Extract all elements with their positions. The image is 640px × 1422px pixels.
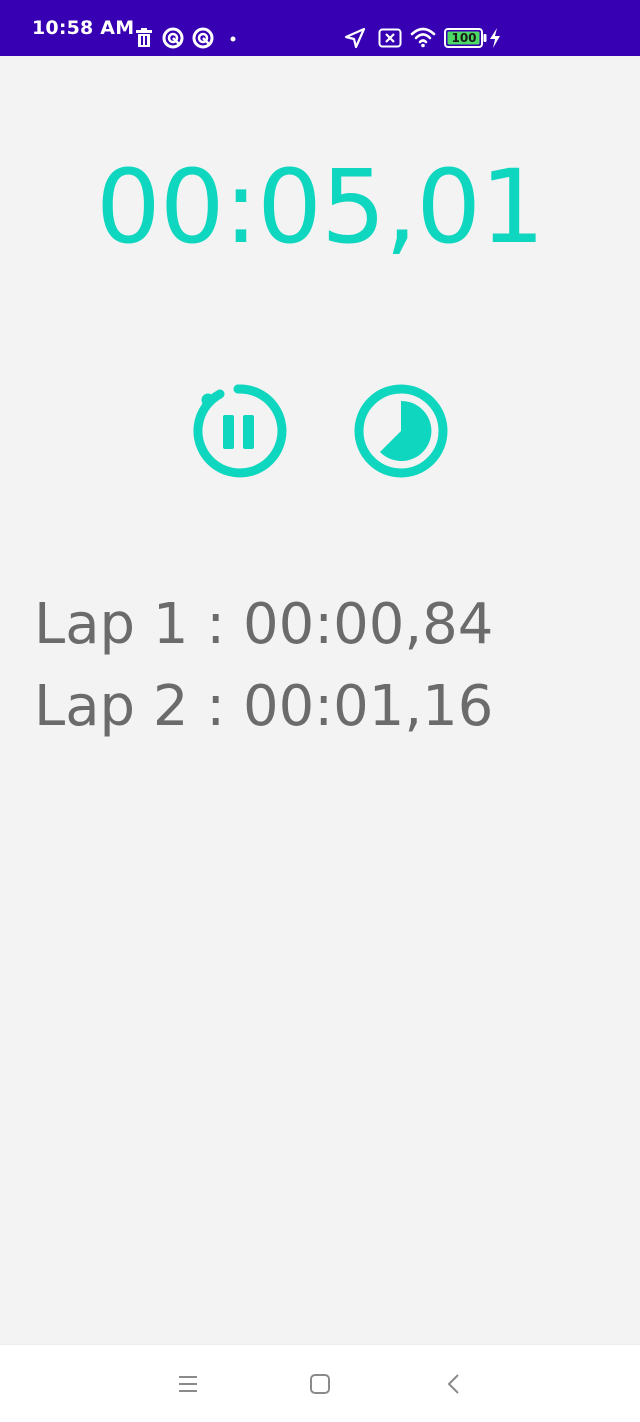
lap-label: Lap 2 [34, 674, 189, 739]
lap-timer-icon [354, 384, 448, 478]
battery-level-text: 100 [451, 31, 477, 45]
location-arrow-icon [344, 27, 366, 49]
trash-icon [136, 28, 152, 47]
lap-separator: : [188, 592, 243, 657]
back-icon [448, 1374, 459, 1394]
status-time: 10:58 AM [32, 17, 135, 39]
lap-time: 00:01,16 [242, 674, 494, 739]
lap-separator: : [188, 674, 243, 739]
home-button[interactable] [307, 1371, 333, 1397]
app-ring-icon [162, 27, 184, 49]
charging-bolt-icon [490, 28, 500, 48]
lap-button[interactable] [352, 382, 450, 480]
menu-icon [179, 1376, 197, 1392]
wifi-icon [410, 27, 436, 48]
home-icon [310, 1374, 330, 1394]
dot-icon [230, 36, 236, 42]
app-ring-icon [192, 27, 214, 49]
status-bar: 10:58 AM 100 [0, 0, 640, 56]
lap-label: Lap 1 [34, 592, 189, 657]
lap-item: Lap 2 : 00:01,16 [34, 666, 493, 748]
sim-off-icon [378, 28, 402, 48]
back-button[interactable] [441, 1371, 467, 1397]
lap-item: Lap 1 : 00:00,84 [34, 584, 493, 666]
laps-list: Lap 1 : 00:00,84 Lap 2 : 00:01,16 [34, 584, 493, 748]
pause-icon [193, 384, 287, 478]
lap-time: 00:00,84 [242, 592, 494, 657]
pause-button[interactable] [189, 382, 287, 480]
navigation-bar [0, 1344, 640, 1422]
stopwatch-time: 00:05,01 [95, 148, 545, 267]
recent-apps-button[interactable] [175, 1371, 201, 1397]
battery-icon: 100 [444, 28, 488, 48]
